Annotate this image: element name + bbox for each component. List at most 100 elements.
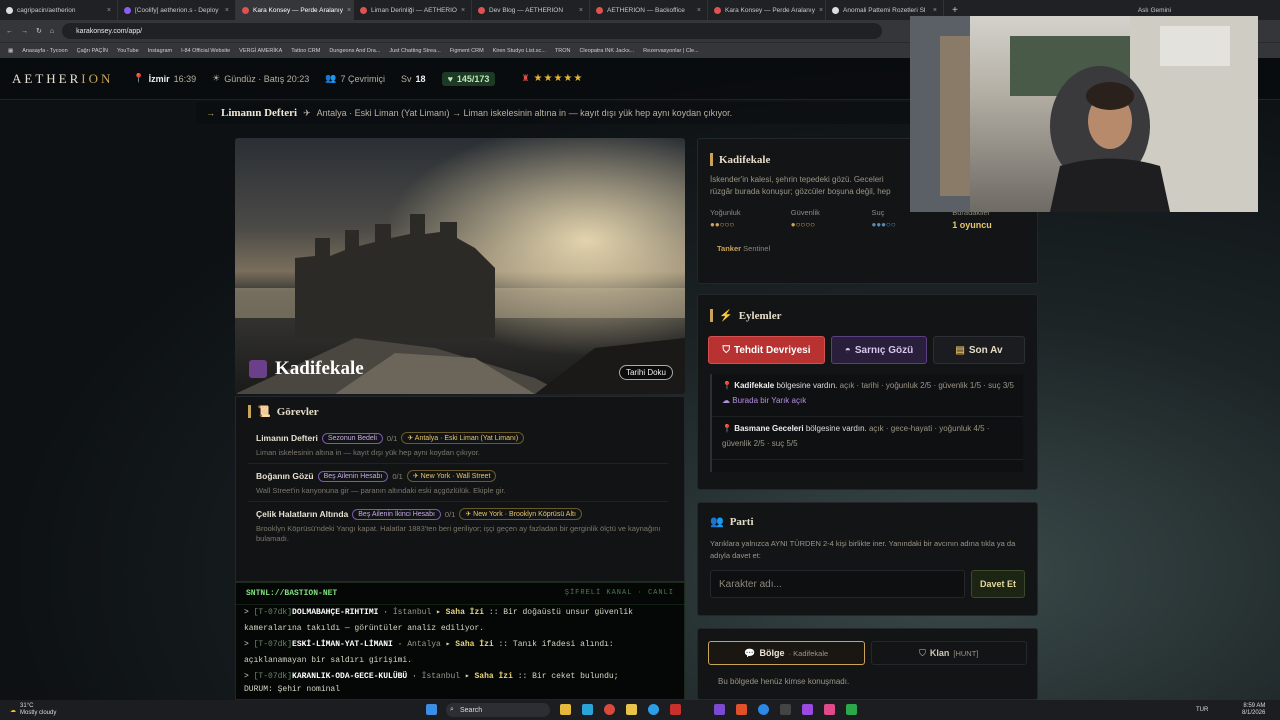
taskbar-search[interactable]: ⌕ Search	[446, 703, 550, 717]
weather-desc: Mostly cloudy	[20, 710, 57, 716]
clock[interactable]: 8:59 AM 8/1/2026	[1242, 703, 1265, 717]
log-meta: açık · tarihi · yoğunluk 2/5 · güvenlik …	[839, 381, 1014, 390]
app-icon[interactable]	[802, 704, 813, 715]
zone-role-tag: Tanker Sentinel	[717, 244, 1037, 253]
historic-tag-button[interactable]: Tarihi Doku	[618, 365, 673, 380]
quest-location: ✈ New York · Wall Street	[406, 470, 497, 482]
invite-button[interactable]: Davet Et	[971, 570, 1025, 598]
bookmark-item[interactable]: Dungeons And Dra...	[329, 48, 380, 54]
breadcrumb-title[interactable]: Limanın Defteri	[221, 107, 297, 119]
tab-clan-chat[interactable]: ⛉ Klan [HUNT]	[870, 641, 1027, 665]
quest-name: Limanın Defteri	[256, 433, 318, 443]
close-icon[interactable]: ×	[579, 7, 583, 14]
log-entry: 📍 Kadifekale bölgesine vardın. açık · ta…	[712, 374, 1023, 417]
close-icon[interactable]: ×	[933, 7, 937, 14]
app-icon[interactable]	[714, 704, 725, 715]
language-indicator[interactable]: TUR	[1196, 707, 1208, 713]
chrome-icon[interactable]	[604, 704, 615, 715]
close-icon[interactable]: ×	[697, 7, 701, 14]
url-input[interactable]: karakonsey.com/app/	[62, 23, 883, 39]
browser-tab[interactable]: Liman Derinliği — AETHERIO ×	[354, 0, 472, 20]
sun-icon: ☀	[212, 73, 221, 83]
new-tab-icon[interactable]: +	[952, 5, 958, 16]
app-icon[interactable]	[758, 704, 769, 715]
cistern-eye-button[interactable]: ◓ Sarnıç Gözü	[831, 336, 927, 364]
heading-bar	[710, 153, 713, 166]
forward-icon[interactable]: →	[21, 28, 28, 35]
bookmark-item[interactable]: Anasayfa - Tycoon	[22, 48, 67, 54]
tab-title: Anomali Pattemi Rozetleri Sl	[843, 6, 926, 14]
quest-item[interactable]: Çelik Halatların Altında Beş Ailenin İkin…	[248, 502, 668, 549]
bookmark-item[interactable]: Tattoo CRM	[291, 48, 320, 54]
app-icon[interactable]	[780, 704, 791, 715]
folder-icon[interactable]	[626, 704, 637, 715]
bookmark-item[interactable]: Figment CRM	[450, 48, 484, 54]
close-icon[interactable]: ×	[819, 7, 823, 14]
bookmark-item[interactable]: Just Chatting Strea...	[389, 48, 440, 54]
browser-tab[interactable]: cagripacin/aetherion ×	[0, 0, 118, 20]
quest-item[interactable]: Limanın Defteri Sezonun Bedeli 0/1 ✈ Antaly…	[248, 426, 668, 464]
file-explorer-icon[interactable]	[560, 704, 571, 715]
terminal-title: SNTNL://BASTION-NET	[246, 589, 338, 598]
last-hunt-button[interactable]: ▤ Son Av	[933, 336, 1025, 364]
logo-main: AETHER	[12, 70, 82, 86]
stat-label: Yoğunluk	[710, 208, 741, 217]
tab-favicon-icon	[832, 6, 839, 14]
browser-tab[interactable]: Dev Blog — AETHERION ×	[472, 0, 590, 20]
terminal-status: ŞİFRELİ KANAL · CANLI	[564, 589, 674, 597]
edge-icon[interactable]	[582, 704, 593, 715]
shield-icon: ⛉	[919, 647, 926, 658]
profile-name[interactable]: Aslı Gemini	[1138, 7, 1171, 14]
bookmark-item[interactable]: VERGİ AMERİKA	[239, 48, 282, 54]
rank-icon: ♜	[521, 73, 530, 83]
skype-icon[interactable]	[648, 704, 659, 715]
nav-location[interactable]: 📍 İzmir 16:39	[133, 73, 196, 84]
close-icon[interactable]: ×	[225, 7, 229, 14]
tab-title: Liman Derinliği — AETHERIO	[371, 6, 457, 14]
terminal-line: > [T-07dk]DOLMABAHÇE-RIHTIMI · İstanbul …	[244, 608, 633, 633]
app-icon[interactable]	[736, 704, 747, 715]
bookmark-item[interactable]: Kiren Studyo List.sc...	[493, 48, 546, 54]
nav-rank: ♜ ★★★★★	[521, 73, 583, 84]
windows-start-icon[interactable]	[426, 704, 437, 715]
nav-online[interactable]: 👥 7 Çevrimiçi	[325, 73, 385, 84]
bookmark-item[interactable]: Rezervasyonlar | Cle...	[643, 48, 699, 54]
reload-icon[interactable]: ↻	[36, 27, 42, 35]
browser-tab[interactable]: AETHERION — Backoffice ×	[590, 0, 708, 20]
app-icon[interactable]	[846, 704, 857, 715]
app-icon[interactable]	[824, 704, 835, 715]
tab-favicon-icon	[714, 6, 721, 14]
breadcrumb: → Limanın Defteri ✈ Antalya · Eski Liman…	[196, 102, 916, 124]
bookmark-item[interactable]: I-84 Official Website	[181, 48, 230, 54]
logo[interactable]: AETHERION	[12, 71, 113, 87]
bookmark-item[interactable]: TRON	[555, 48, 571, 54]
nav-hp: ♥ 145/173	[441, 71, 496, 86]
quest-item[interactable]: Boğanın Gözü Beş Ailenin Hesabı 0/1 ✈ New Y…	[248, 464, 668, 502]
bookmark-item[interactable]: Cleopatra INK Jacks...	[579, 48, 634, 54]
tab-title: AETHERION — Backoffice	[607, 6, 685, 14]
browser-tab[interactable]: [Coolify] aetherion.s - Deploy ×	[118, 0, 236, 20]
apps-icon[interactable]: ▦	[8, 48, 13, 54]
nav-daylight-text: Gündüz · Batış 20:23	[224, 73, 310, 84]
home-icon[interactable]: ⌂	[50, 28, 54, 35]
log-place: Basmane Geceleri	[734, 424, 804, 433]
bookmark-item[interactable]: YouTube	[117, 48, 139, 54]
close-icon[interactable]: ×	[347, 7, 351, 14]
weather-widget[interactable]: 31°C Mostly cloudy	[20, 703, 56, 717]
back-icon[interactable]: ←	[6, 28, 13, 35]
chat-panel: 💬 Bölge · Kadifekale ⛉ Klan [HUNT] Bu bölged…	[697, 628, 1038, 700]
close-icon[interactable]: ×	[461, 7, 465, 14]
browser-tab[interactable]: Kara Konsey — Perde Aralanıy ×	[708, 0, 826, 20]
threat-patrol-button[interactable]: ⛉ Tehdit Devriyesi	[708, 336, 825, 364]
close-icon[interactable]: ×	[107, 7, 111, 14]
browser-tab-active[interactable]: Kara Konsey — Perde Aralanıy ×	[236, 0, 354, 20]
bookmark-item[interactable]: Çağrı PAÇİN	[77, 48, 108, 54]
action-log[interactable]: 📍 Kadifekale bölgesine vardın. açık · ta…	[710, 374, 1023, 472]
heart-icon: ♥	[447, 73, 453, 84]
quest-name: Çelik Halatların Altında	[256, 509, 349, 519]
tab-zone-chat[interactable]: 💬 Bölge · Kadifekale	[708, 641, 865, 665]
app-icon[interactable]	[670, 704, 681, 715]
quest-location-text: Antalya · Eski Liman (Yat Limanı)	[414, 435, 519, 442]
bookmark-item[interactable]: Instagram	[148, 48, 172, 54]
character-name-input[interactable]: Karakter adı...	[710, 570, 965, 598]
